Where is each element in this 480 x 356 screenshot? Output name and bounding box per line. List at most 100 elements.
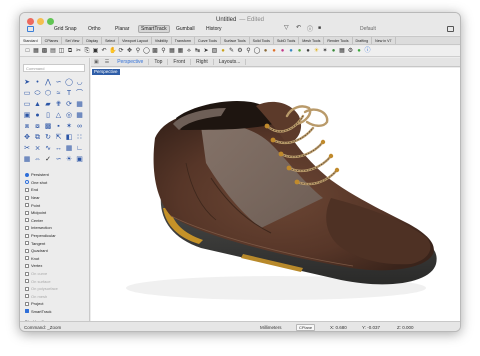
torus-tool-icon[interactable]: ◎ — [65, 112, 73, 120]
save-icon[interactable]: ▩ — [41, 48, 48, 55]
cut-icon[interactable]: ✂ — [75, 48, 82, 55]
environment-icon[interactable]: ● — [296, 48, 303, 55]
undo-icon[interactable]: ↶ — [101, 48, 108, 55]
circle-tool-icon[interactable]: ◯ — [65, 79, 73, 87]
copy-tool-icon[interactable]: ⧉ — [34, 134, 42, 142]
check-tool-icon[interactable]: ✓ — [44, 156, 52, 164]
help-sphere-icon[interactable]: ⓘ — [364, 48, 371, 55]
material-sphere-icon[interactable]: ● — [288, 48, 295, 55]
select-arrow-icon[interactable]: ➤ — [203, 48, 210, 55]
select-all-icon[interactable]: ▧ — [211, 48, 218, 55]
persistent-radio[interactable] — [25, 172, 29, 177]
shell-tool-icon[interactable]: ▩ — [44, 123, 52, 131]
grid-icon[interactable]: ▦ — [177, 48, 184, 55]
undo-arrow-icon[interactable]: ↶ — [296, 24, 301, 31]
command-input[interactable]: Command — [23, 64, 85, 72]
osnap-checkbox[interactable] — [25, 301, 29, 306]
command-tab[interactable]: Transform — [172, 37, 195, 44]
command-tab[interactable]: Display — [83, 37, 103, 44]
layer-default-label[interactable]: Default — [360, 26, 376, 32]
one-shot-option[interactable]: One shot — [25, 179, 89, 187]
osnap-checkbox[interactable] — [25, 195, 29, 200]
extrude-tool-icon[interactable]: ▭ — [23, 101, 31, 109]
mirror-tool-icon[interactable]: ◧ — [65, 134, 73, 142]
new-file-icon[interactable]: □ — [24, 48, 31, 55]
osnap-checkbox[interactable] — [25, 203, 29, 208]
copy-icon[interactable]: ⧉ — [67, 48, 74, 55]
curve-tool-icon[interactable]: ∽ — [55, 79, 63, 87]
command-tab[interactable]: Drafting — [353, 37, 373, 44]
explode-tool-icon[interactable]: ✶ — [65, 123, 73, 131]
mesh-tool-icon[interactable]: ▦ — [76, 112, 84, 120]
snapshot-tool-icon[interactable]: ▣ — [76, 156, 84, 164]
osnap-checkbox[interactable] — [25, 286, 29, 291]
command-tab[interactable]: SubD Tools — [274, 37, 300, 44]
filter-icon[interactable]: ▽ — [284, 24, 289, 31]
grid-snap-toggle[interactable]: Grid Snap — [54, 26, 77, 32]
osnap-option[interactable]: On polysurface — [25, 285, 89, 293]
osnap-checkbox[interactable] — [25, 233, 29, 238]
osnap-checkbox[interactable] — [25, 210, 29, 215]
tag-icon[interactable]: ✶ — [322, 48, 329, 55]
rectangle-tool-icon[interactable]: ▭ — [23, 90, 31, 98]
import-icon[interactable]: ◫ — [58, 48, 65, 55]
distance-tool-icon[interactable]: ⇔ — [34, 156, 42, 164]
sphere-tool-icon[interactable]: ● — [34, 112, 42, 120]
paste-icon[interactable]: ⎘ — [84, 48, 91, 55]
osnap-option[interactable]: Near — [25, 194, 89, 202]
render-tool-icon[interactable]: ☀ — [65, 156, 73, 164]
zoom-extents-icon[interactable]: ▩ — [152, 48, 159, 55]
scale-tool-icon[interactable]: ⇱ — [55, 134, 63, 142]
dimension-tool-icon[interactable]: ↔ — [55, 145, 63, 153]
shaded-sphere-icon[interactable]: ● — [262, 48, 269, 55]
one-shot-radio[interactable] — [25, 180, 29, 185]
zoom-window-icon[interactable]: ◯ — [143, 48, 150, 55]
viewport-tab[interactable]: Top — [149, 59, 169, 65]
sun-icon[interactable]: ☀ — [313, 48, 320, 55]
osnap-checkbox[interactable] — [25, 279, 29, 284]
print-icon[interactable]: ▤ — [50, 48, 57, 55]
command-tab[interactable]: Curve Tools — [195, 37, 221, 44]
osnap-checkbox[interactable] — [25, 271, 29, 276]
osnap-option[interactable]: Quadrant — [25, 247, 89, 255]
right-panel-toggle-icon[interactable] — [447, 26, 454, 32]
point-tool-icon[interactable]: • — [34, 79, 42, 87]
sidebar-toggle-icon[interactable] — [27, 26, 34, 32]
zoom-icon[interactable]: ⚲ — [135, 48, 142, 55]
brush-icon[interactable]: ✎ — [228, 48, 235, 55]
osnap-checkbox[interactable] — [25, 187, 29, 192]
render-sphere-icon[interactable]: ● — [305, 48, 312, 55]
viewport-menu-icon[interactable]: ☰ — [102, 59, 112, 65]
osnap-option[interactable]: Intersection — [25, 224, 89, 232]
add-viewport-icon[interactable]: ▣ — [91, 59, 102, 65]
persistent-option[interactable]: Persistent — [25, 171, 89, 179]
osnap-checkbox[interactable] — [25, 309, 29, 314]
layer-color-swatch[interactable]: ■ — [318, 25, 321, 31]
command-tab[interactable]: Visibility — [152, 37, 172, 44]
lightbulb-icon[interactable]: ● — [220, 48, 227, 55]
planar-toggle[interactable]: Planar — [115, 26, 129, 32]
move-tool-icon[interactable]: ✥ — [23, 134, 31, 142]
ellipse-tool-icon[interactable]: ⬭ — [34, 90, 42, 98]
cap-tool-icon[interactable]: ▪ — [55, 123, 63, 131]
layers-icon[interactable]: ▦ — [339, 48, 346, 55]
box-tool-icon[interactable]: ▣ — [23, 112, 31, 120]
osnap-checkbox[interactable] — [25, 294, 29, 299]
osnap-checkbox[interactable] — [25, 256, 29, 261]
polyline-tool-icon[interactable]: ⋀ — [44, 79, 52, 87]
osnap-option[interactable]: Perpendicular — [25, 232, 89, 240]
command-tab[interactable]: Render Tools — [324, 37, 353, 44]
help-icon[interactable]: ⓘ — [307, 24, 313, 33]
sweep-tool-icon[interactable]: ✟ — [55, 101, 63, 109]
osnap-checkbox[interactable] — [25, 263, 29, 268]
boolean-difference-icon[interactable]: ⧇ — [34, 123, 42, 131]
trim-tool-icon[interactable]: ✂ — [23, 145, 31, 153]
viewport-tab[interactable]: Perspective — [112, 59, 150, 65]
command-tab[interactable]: Standard — [20, 37, 42, 44]
rotate-tool-icon[interactable]: ↻ — [44, 134, 52, 142]
arc-tool-icon[interactable]: ◡ — [76, 79, 84, 87]
surface-tool-icon[interactable]: ▲ — [34, 101, 42, 109]
cplane-icon[interactable]: ⟡ — [186, 48, 193, 55]
command-history[interactable]: Command: _Zoom — [24, 325, 61, 330]
osnap-option[interactable]: On surface — [25, 277, 89, 285]
